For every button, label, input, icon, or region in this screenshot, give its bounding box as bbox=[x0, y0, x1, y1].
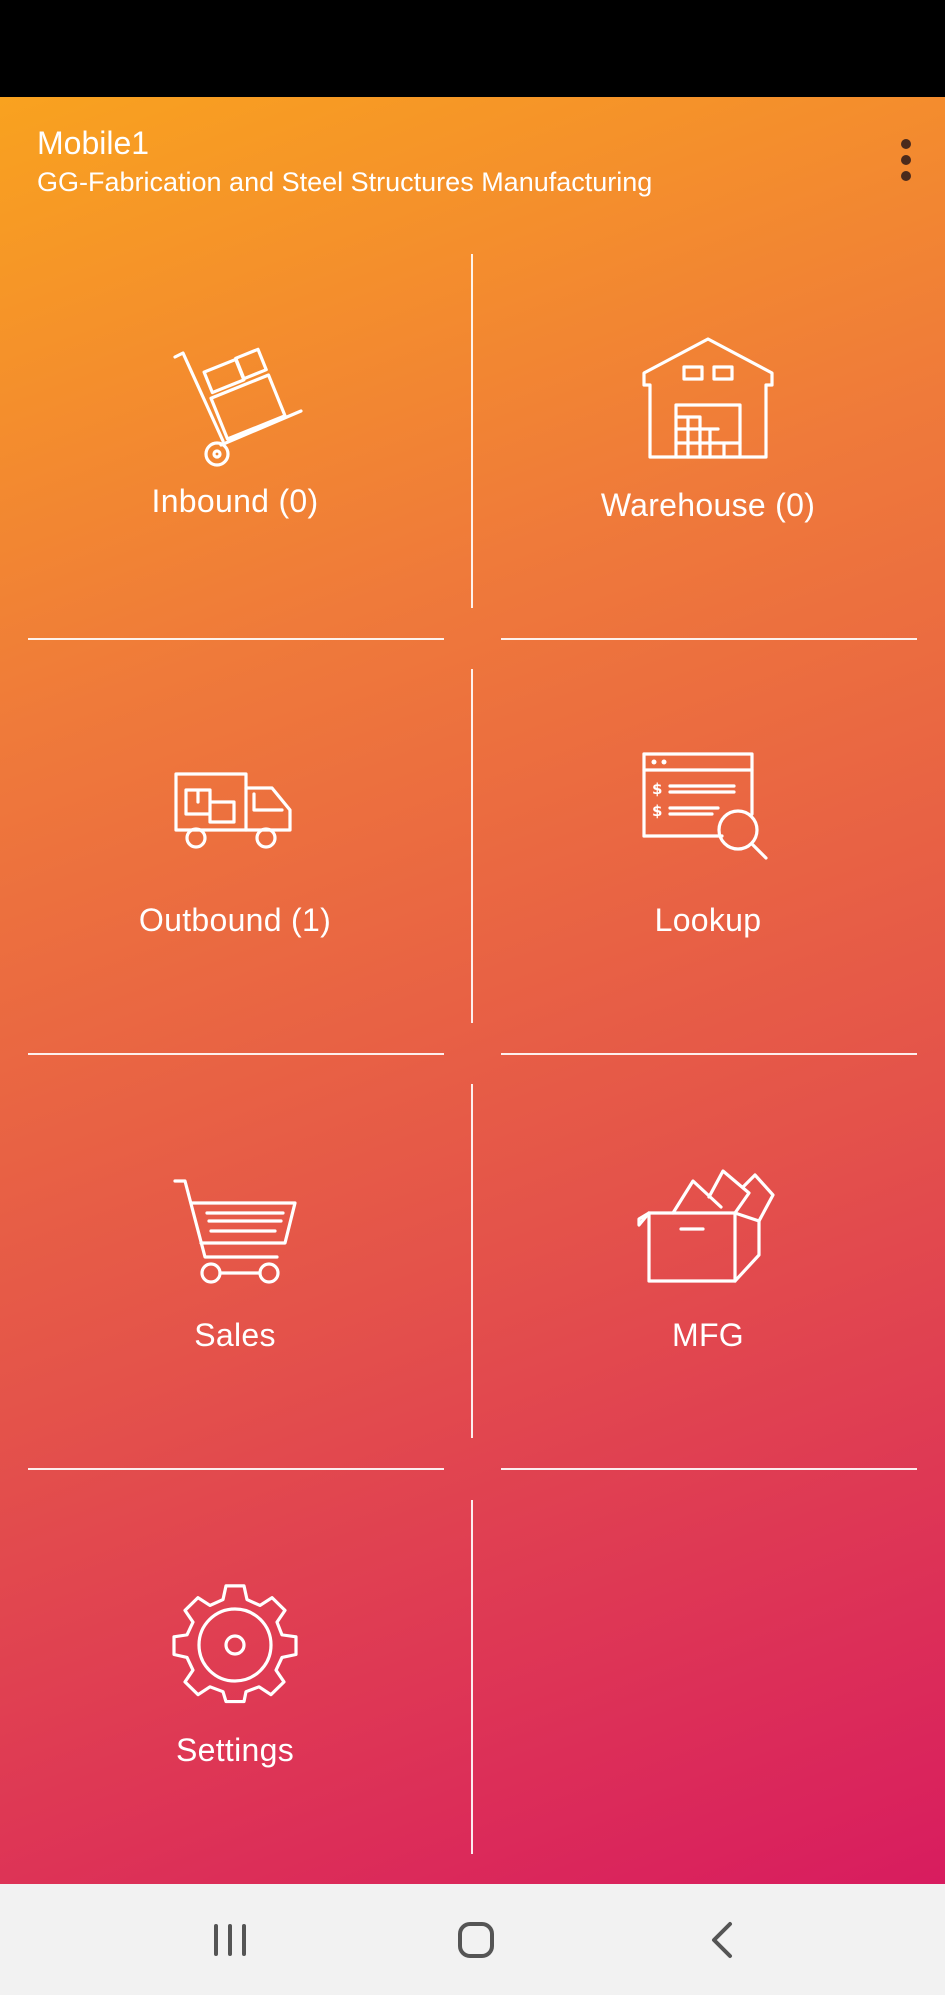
app-screen: Mobile1 GG-Fabrication and Steel Structu… bbox=[0, 97, 945, 1884]
home-button[interactable] bbox=[446, 1912, 506, 1968]
grid-divider bbox=[501, 638, 917, 640]
tile-label: MFG bbox=[672, 1317, 744, 1353]
tile-label: Sales bbox=[194, 1317, 276, 1353]
tile-mfg[interactable]: MFG bbox=[487, 1077, 929, 1457]
hand-truck-icon bbox=[173, 347, 303, 467]
tile-label: Outbound (1) bbox=[138, 902, 332, 938]
tile-outbound[interactable]: Outbound (1) bbox=[14, 662, 456, 1042]
tile-warehouse[interactable]: Warehouse (0) bbox=[487, 247, 929, 627]
company-name: GG-Fabrication and Steel Structures Manu… bbox=[37, 167, 653, 197]
gear-icon bbox=[172, 1584, 298, 1704]
menu-dot bbox=[901, 155, 911, 165]
tile-label: Inbound (0) bbox=[151, 483, 319, 519]
recents-button[interactable] bbox=[200, 1912, 260, 1968]
tile-settings[interactable]: Settings bbox=[14, 1492, 456, 1872]
back-icon bbox=[712, 1922, 732, 1958]
grid-divider bbox=[28, 1053, 444, 1055]
svg-text:$: $ bbox=[652, 780, 662, 798]
grid-divider bbox=[471, 1084, 473, 1438]
grid-divider bbox=[471, 254, 473, 608]
tile-label: Lookup bbox=[654, 902, 762, 938]
delivery-truck-icon bbox=[174, 772, 292, 849]
grid-divider bbox=[501, 1468, 917, 1470]
grid-divider bbox=[501, 1053, 917, 1055]
back-button[interactable] bbox=[692, 1912, 752, 1968]
grid-divider bbox=[471, 669, 473, 1023]
status-bar bbox=[0, 0, 945, 97]
tile-sales[interactable]: Sales bbox=[14, 1077, 456, 1457]
home-icon bbox=[458, 1922, 494, 1958]
recent-apps-icon bbox=[214, 1924, 246, 1956]
grid-divider bbox=[28, 638, 444, 640]
tile-label: Settings bbox=[175, 1732, 295, 1768]
open-box-icon bbox=[637, 1169, 775, 1283]
tile-label: Warehouse (0) bbox=[600, 487, 816, 523]
app-header: Mobile1 GG-Fabrication and Steel Structu… bbox=[37, 124, 652, 200]
tile-lookup[interactable]: $ $ Lookup bbox=[487, 662, 929, 1042]
menu-dot bbox=[901, 171, 911, 181]
system-nav-bar bbox=[0, 1884, 945, 1995]
more-vertical-icon bbox=[901, 139, 911, 149]
overflow-menu-button[interactable] bbox=[893, 137, 919, 187]
shopping-cart-icon bbox=[173, 1179, 297, 1284]
tile-inbound[interactable]: Inbound (0) bbox=[14, 247, 456, 627]
svg-text:$: $ bbox=[652, 802, 662, 820]
grid-divider bbox=[471, 1500, 473, 1854]
price-lookup-icon: $ $ bbox=[642, 752, 768, 860]
grid-divider bbox=[28, 1468, 444, 1470]
app-title: Mobile1 bbox=[37, 125, 150, 161]
warehouse-icon bbox=[642, 337, 774, 459]
